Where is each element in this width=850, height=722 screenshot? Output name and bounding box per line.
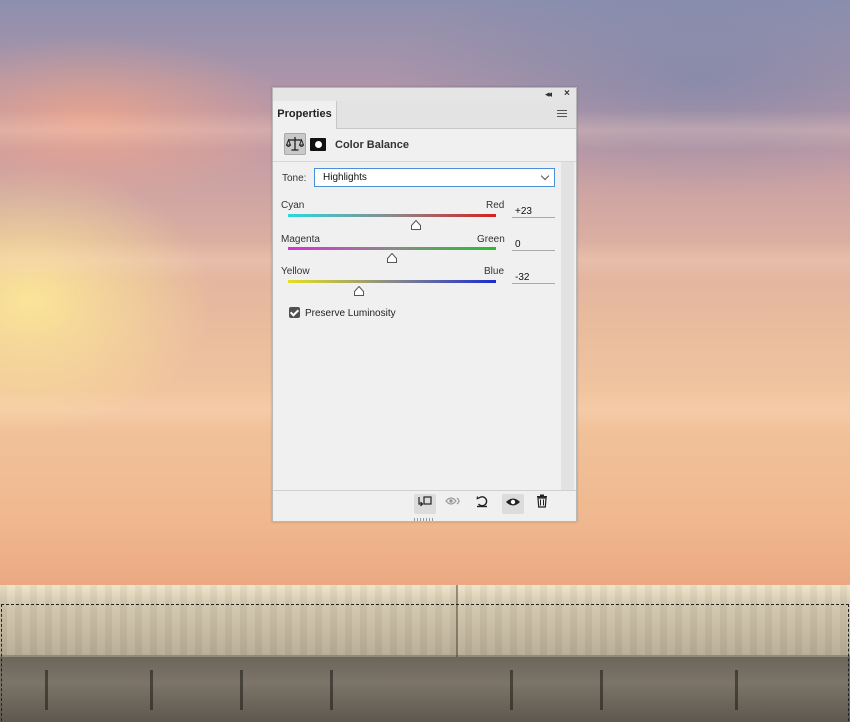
- yellow-blue-thumb[interactable]: [353, 283, 364, 296]
- yellow-blue-track[interactable]: [288, 280, 496, 283]
- yellow-blue-value[interactable]: -32: [512, 271, 555, 284]
- slider-right-label: Green: [477, 234, 505, 245]
- reset-icon[interactable]: [471, 494, 493, 514]
- cyan-red-track[interactable]: [288, 214, 496, 217]
- tone-label: Tone:: [282, 173, 307, 184]
- tab-properties[interactable]: Properties: [273, 101, 337, 129]
- adjustment-header: Color Balance: [273, 129, 576, 162]
- close-icon[interactable]: ×: [564, 88, 570, 99]
- slider-right-label: Red: [486, 200, 505, 211]
- magenta-green-thumb[interactable]: [387, 250, 397, 263]
- cyan-red-value[interactable]: +23: [512, 205, 555, 218]
- properties-panel: ◂◂ × Properties Color Balance Tone: High…: [272, 87, 577, 522]
- trash-icon[interactable]: [531, 494, 553, 514]
- tone-selected-value: Highlights: [323, 172, 367, 183]
- selection-marquee[interactable]: [1, 604, 849, 721]
- slider-left-label: Magenta: [281, 234, 320, 245]
- view-previous-icon[interactable]: [443, 494, 465, 514]
- panel-footer: [273, 490, 576, 518]
- clip-to-layer-icon[interactable]: [414, 494, 436, 514]
- chevron-down-icon: [540, 171, 550, 181]
- visibility-icon[interactable]: [502, 494, 524, 514]
- adjustment-title: Color Balance: [335, 139, 409, 151]
- scales-icon: [285, 137, 305, 151]
- slider-right-label: Blue: [484, 266, 505, 277]
- slider-left-label: Yellow: [281, 266, 310, 277]
- panel-titlebar[interactable]: ◂◂ ×: [273, 88, 576, 101]
- collapse-icon[interactable]: ◂◂: [545, 89, 552, 100]
- panel-tab-row: Properties: [273, 101, 576, 129]
- scrollbar[interactable]: [561, 162, 574, 490]
- cyan-red-thumb[interactable]: [410, 217, 421, 230]
- tone-dropdown[interactable]: Highlights: [314, 168, 555, 187]
- preserve-luminosity-checkbox[interactable]: [289, 307, 300, 318]
- slider-left-label: Cyan: [281, 200, 305, 211]
- layer-mask-icon[interactable]: [310, 138, 326, 151]
- magenta-green-value[interactable]: 0: [512, 238, 555, 251]
- panel-menu-icon[interactable]: [557, 110, 567, 118]
- preserve-luminosity-label: Preserve Luminosity: [305, 308, 396, 319]
- resize-grip[interactable]: [414, 518, 434, 521]
- color-balance-icon[interactable]: [284, 133, 306, 155]
